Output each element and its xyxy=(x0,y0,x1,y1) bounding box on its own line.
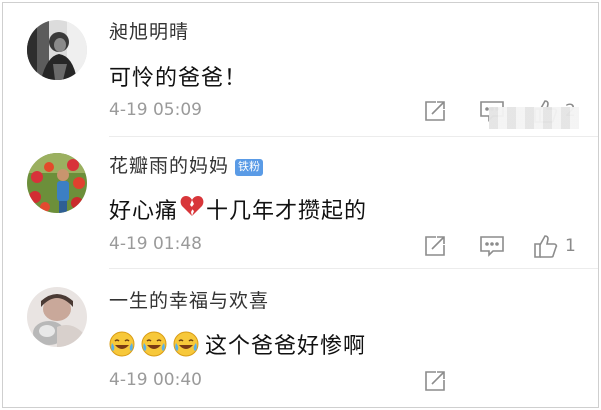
laughing-crying-emoji xyxy=(109,331,135,357)
comment-list: 昶旭明晴 可怜的爸爸！ 4-19 05:09 2 xyxy=(2,2,599,408)
comment-text-part: 十几年才攒起的 xyxy=(206,199,368,224)
comment-icon xyxy=(480,236,504,257)
share-button[interactable] xyxy=(423,369,453,393)
comment-text: 好心痛 十几年才攒起的 xyxy=(109,193,367,225)
thumbs-up-icon xyxy=(534,235,558,258)
username[interactable]: 花瓣雨的妈妈 铁粉 xyxy=(109,151,264,178)
like-count: 1 xyxy=(565,236,576,256)
comment-actions: 1 xyxy=(423,233,576,259)
timestamp: 4-19 05:09 xyxy=(109,100,202,120)
laughing-crying-emoji xyxy=(173,331,199,357)
comment-item: 花瓣雨的妈妈 铁粉 好心痛 十几年才攒起的 4-19 01:48 1 xyxy=(3,134,598,266)
comment-text-part: 这个爸爸好惨啊 xyxy=(205,334,367,359)
comment-item: 一生的幸福与欢喜 这个爸爸好惨啊 4-19 00:40 xyxy=(3,266,598,398)
broken-heart-emoji xyxy=(180,195,204,223)
timestamp: 4-19 01:48 xyxy=(109,234,202,254)
username-text[interactable]: 花瓣雨的妈妈 xyxy=(109,155,229,177)
avatar[interactable] xyxy=(27,287,87,347)
comment-text-part: 好心痛 xyxy=(109,199,179,224)
like-button[interactable]: 1 xyxy=(533,233,576,259)
avatar[interactable] xyxy=(27,153,87,213)
share-icon xyxy=(425,236,445,256)
share-icon xyxy=(425,101,445,121)
timestamp: 4-19 00:40 xyxy=(109,370,202,390)
username[interactable]: 一生的幸福与欢喜 xyxy=(109,286,269,313)
avatar[interactable] xyxy=(27,20,87,80)
comment-text: 这个爸爸好惨啊 xyxy=(109,328,366,360)
username[interactable]: 昶旭明晴 xyxy=(109,17,189,44)
fan-badge: 铁粉 xyxy=(235,159,264,176)
comment-actions xyxy=(423,369,453,393)
comment-text: 可怜的爸爸！ xyxy=(109,66,248,91)
laughing-crying-emoji xyxy=(141,331,167,357)
share-icon xyxy=(425,371,445,391)
reply-button[interactable] xyxy=(479,234,509,258)
share-button[interactable] xyxy=(423,99,453,123)
share-button[interactable] xyxy=(423,234,453,258)
watermark-blur xyxy=(489,107,579,129)
